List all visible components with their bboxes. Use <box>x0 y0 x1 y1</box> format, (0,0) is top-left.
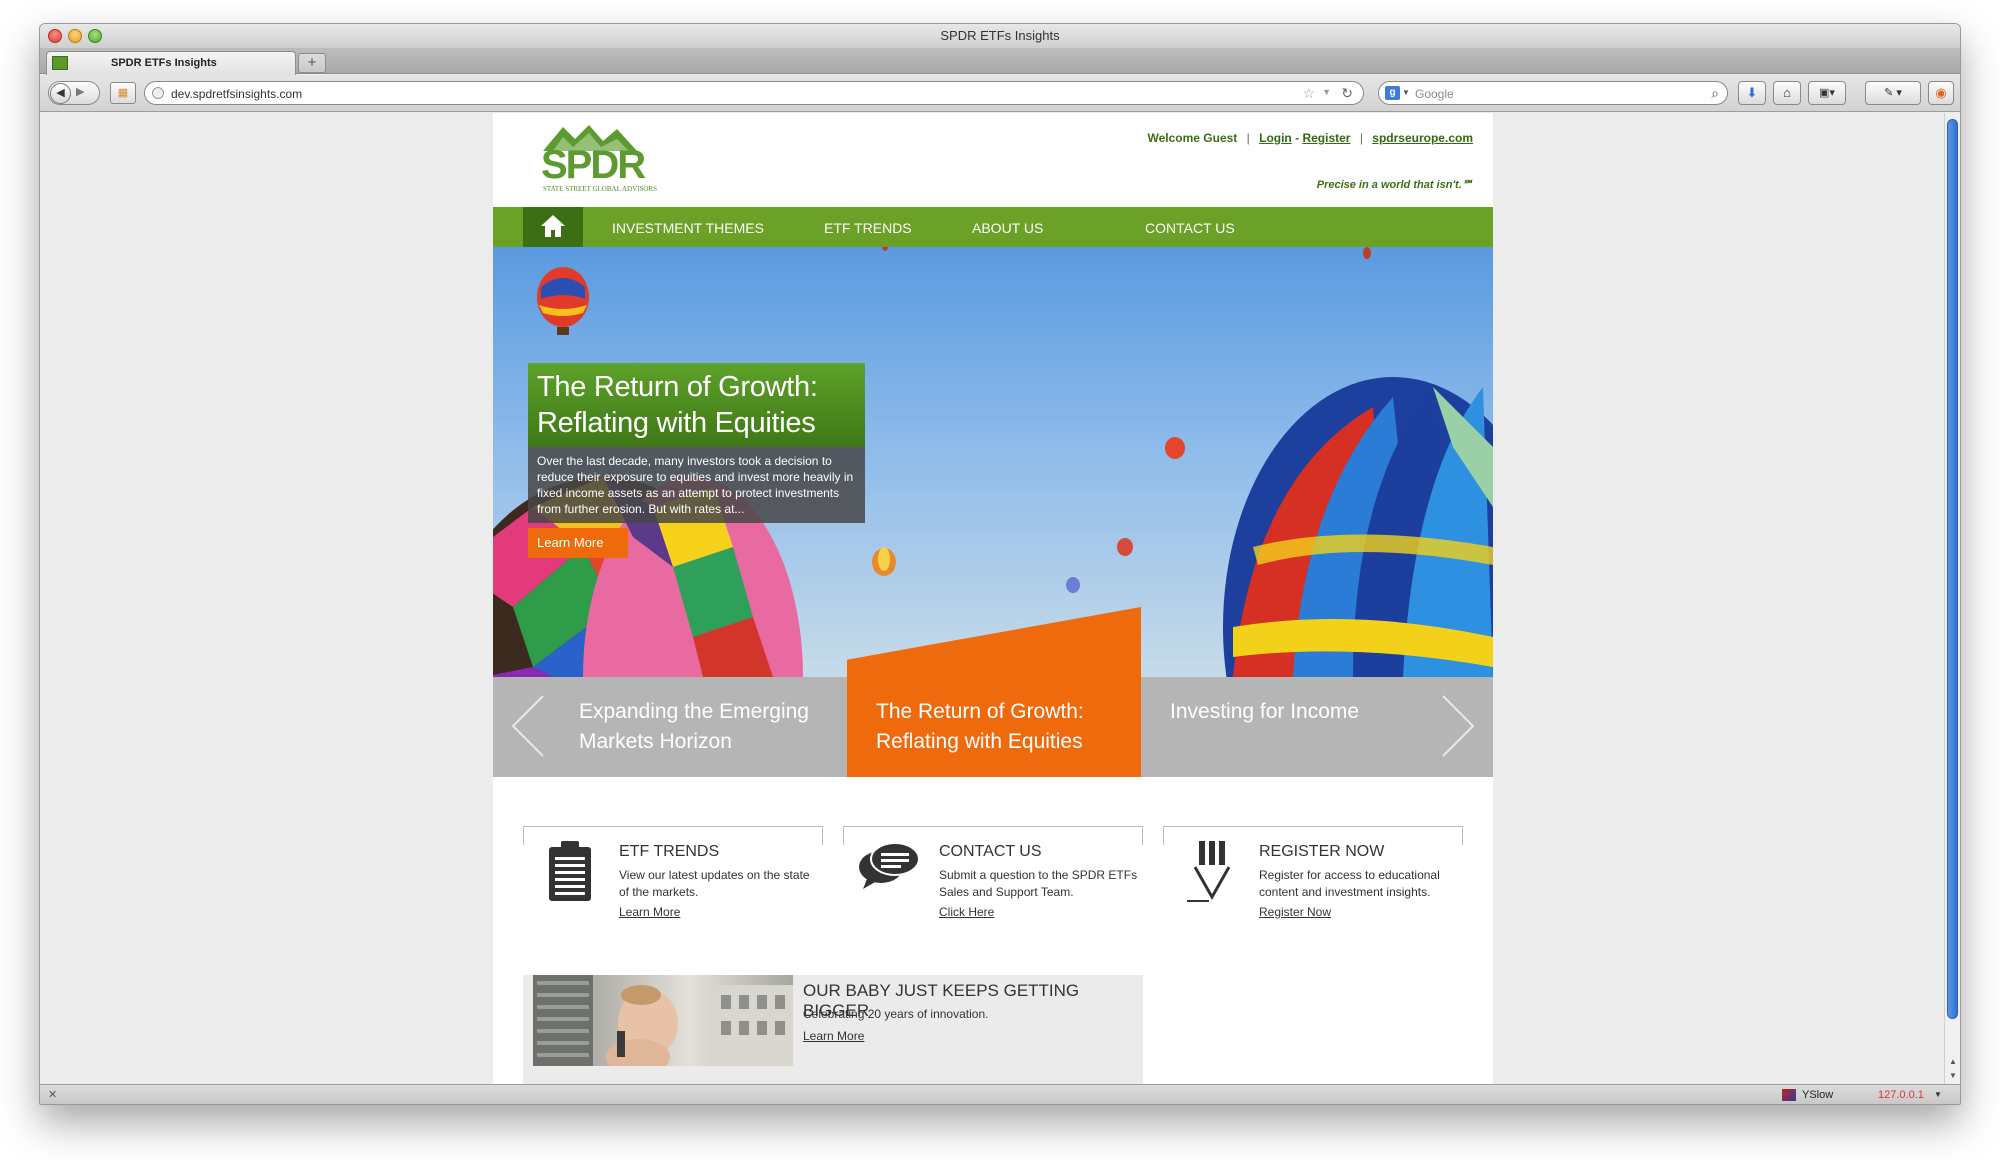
new-tab-button[interactable]: + <box>298 53 326 73</box>
search-icon[interactable]: ⌕ <box>1711 85 1719 102</box>
carousel-item-line1: Expanding the Emerging <box>579 700 809 723</box>
hero-title: The Return of Growth: Reflating with Equ… <box>528 363 865 447</box>
baby-photo-icon <box>533 975 793 1066</box>
nav-contact-us[interactable]: CONTACT US <box>1145 220 1235 236</box>
carousel-item-line2: Markets Horizon <box>579 730 732 753</box>
feature-link[interactable]: Register Now <box>1259 905 1331 919</box>
feature-link[interactable]: Click Here <box>939 905 994 919</box>
spdrseurope-link[interactable]: spdrseurope.com <box>1372 131 1473 145</box>
feature-description: Register for access to educational conte… <box>1259 868 1440 899</box>
globe-icon <box>152 87 164 99</box>
hero-learn-more-button[interactable]: Learn More <box>528 528 628 558</box>
feature-description: Submit a question to the SPDR ETFs Sales… <box>939 868 1138 899</box>
speech-bubbles-icon <box>859 842 920 889</box>
search-engine-dropdown-icon[interactable]: ▼ <box>1402 88 1410 97</box>
spdr-logo[interactable]: SPDR STATE STREET GLOBAL ADVISORS <box>541 123 671 195</box>
firebug-button[interactable]: ◉ <box>1928 81 1954 105</box>
ip-address: 127.0.0.1 <box>1878 1089 1924 1101</box>
window-title: SPDR ETFs Insights <box>940 28 1060 43</box>
tab-label: SPDR ETFs Insights <box>111 57 217 69</box>
logo-text: SPDR <box>541 143 646 187</box>
nav-investment-themes[interactable]: INVESTMENT THEMES <box>612 220 764 236</box>
feature-link[interactable]: Learn More <box>619 905 680 919</box>
nav-home-button[interactable] <box>523 207 583 247</box>
feature-register-now: REGISTER NOW Register for access to educ… <box>1163 826 1463 921</box>
bookmarks-grid-button[interactable]: ▦ <box>110 82 136 104</box>
scroll-down-arrow-icon[interactable]: ▼ <box>1949 1071 1957 1080</box>
forward-button[interactable]: ▶ <box>76 85 84 98</box>
close-addon-bar-icon[interactable]: ✕ <box>48 1088 57 1101</box>
carousel-item-investing-income[interactable]: Investing for Income <box>1170 697 1359 797</box>
login-link[interactable]: Login <box>1259 131 1292 145</box>
browser-window: SPDR ETFs Insights SPDR ETFs Insights + … <box>39 23 1961 1105</box>
register-link[interactable]: Register <box>1302 131 1350 145</box>
address-text: dev.spdretfsinsights.com <box>171 87 303 101</box>
feature-title: ETF TRENDS <box>619 843 720 860</box>
feature-description: View our latest updates on the state of … <box>619 868 810 899</box>
feature-etf-trends: ETF TRENDS View our latest updates on th… <box>523 826 823 921</box>
carousel-item-return-of-growth[interactable]: The Return of Growth: Reflating with Equ… <box>876 697 1084 797</box>
logo-subtitle: STATE STREET GLOBAL ADVISORS <box>543 185 657 193</box>
address-bar[interactable]: dev.spdretfsinsights.com ☆ ▼ ↻ <box>144 81 1364 105</box>
back-forward-group: ◀ ▶ <box>48 81 100 105</box>
carousel-prev-arrow-icon[interactable] <box>511 695 545 757</box>
google-icon[interactable]: g <box>1385 86 1400 100</box>
separator: | <box>1359 131 1363 145</box>
carousel-item-line1: The Return of Growth: <box>876 700 1084 723</box>
tab-spdr-insights[interactable]: SPDR ETFs Insights <box>46 51 296 75</box>
hero-textbox: The Return of Growth: Reflating with Equ… <box>528 363 865 523</box>
promo-banner: OUR BABY JUST KEEPS GETTING BIGGER Celeb… <box>523 975 1143 1084</box>
addon-toolbar-button[interactable]: ✎ ▾ <box>1865 81 1921 105</box>
carousel-next-arrow-icon[interactable] <box>1441 695 1475 757</box>
carousel-item-line2: Reflating with Equities <box>876 730 1083 753</box>
hero-title-line1: The Return of Growth: <box>537 371 818 403</box>
pencil-icon <box>1187 841 1231 902</box>
tab-bar: SPDR ETFs Insights + <box>40 48 1960 75</box>
carousel-item-emerging-markets[interactable]: Expanding the Emerging Markets Horizon <box>579 697 809 797</box>
vertical-scrollbar[interactable]: ▲ ▼ <box>1944 113 1960 1084</box>
hero-banner: The Return of Growth: Reflating with Equ… <box>493 247 1493 677</box>
welcome-text: Welcome Guest <box>1147 131 1238 145</box>
home-icon <box>541 215 565 237</box>
promo-subtitle: Celebrating 20 years of innovation. <box>803 1007 989 1021</box>
nav-etf-trends[interactable]: ETF TRENDS <box>824 220 912 236</box>
history-dropdown-icon[interactable]: ▼ <box>1322 87 1331 97</box>
yslow-label[interactable]: YSlow <box>1802 1089 1833 1101</box>
topic-carousel: Expanding the Emerging Markets Horizon T… <box>493 607 1493 777</box>
clipboard-icon <box>549 841 591 901</box>
carousel-item-line1: Investing for Income <box>1170 700 1360 723</box>
feature-title: CONTACT US <box>939 843 1042 860</box>
tagline: Precise in a world that isn't.℠ <box>1316 179 1473 191</box>
baby-city-image <box>533 975 793 1066</box>
feature-contact-us: CONTACT US Submit a question to the SPDR… <box>843 826 1143 921</box>
separator: | <box>1246 131 1250 145</box>
hero-title-line2: Reflating with Equities <box>537 407 816 439</box>
page-viewport: SPDR STATE STREET GLOBAL ADVISORS Welcom… <box>40 113 1946 1084</box>
reload-icon[interactable]: ↻ <box>1341 85 1353 102</box>
account-links: Welcome Guest | Login - Register | spdrs… <box>1147 131 1473 145</box>
home-button[interactable]: ⌂ <box>1773 81 1801 105</box>
nav-about-us[interactable]: ABOUT US <box>972 220 1043 236</box>
scroll-up-arrow-icon[interactable]: ▲ <box>1949 1057 1957 1066</box>
downloads-button[interactable]: ⬇ <box>1738 81 1766 105</box>
status-bar: ✕ YSlow 127.0.0.1 ▼ <box>40 1084 1960 1104</box>
hero-description: Over the last decade, many investors too… <box>528 447 865 523</box>
scrollbar-thumb[interactable] <box>1947 119 1958 1019</box>
bookmark-star-icon[interactable]: ☆ <box>1302 85 1315 102</box>
navigation-toolbar: ◀ ▶ ▦ dev.spdretfsinsights.com ☆ ▼ ↻ g ▼… <box>40 75 1960 112</box>
yslow-icon[interactable] <box>1782 1089 1796 1101</box>
addon-menu-button[interactable]: ▣▾ <box>1808 81 1846 105</box>
search-placeholder: Google <box>1415 87 1454 101</box>
site-favicon-icon <box>52 56 68 70</box>
main-navigation: INVESTMENT THEMES ETF TRENDS ABOUT US CO… <box>493 207 1493 247</box>
search-bar[interactable]: g ▼ Google ⌕ <box>1378 81 1728 105</box>
web-page: SPDR STATE STREET GLOBAL ADVISORS Welcom… <box>493 113 1493 1084</box>
status-dropdown-icon[interactable]: ▼ <box>1934 1090 1942 1099</box>
feature-title: REGISTER NOW <box>1259 843 1385 860</box>
back-button[interactable]: ◀ <box>50 83 71 104</box>
promo-learn-more-link[interactable]: Learn More <box>803 1029 864 1043</box>
title-bar: SPDR ETFs Insights <box>40 24 1960 48</box>
